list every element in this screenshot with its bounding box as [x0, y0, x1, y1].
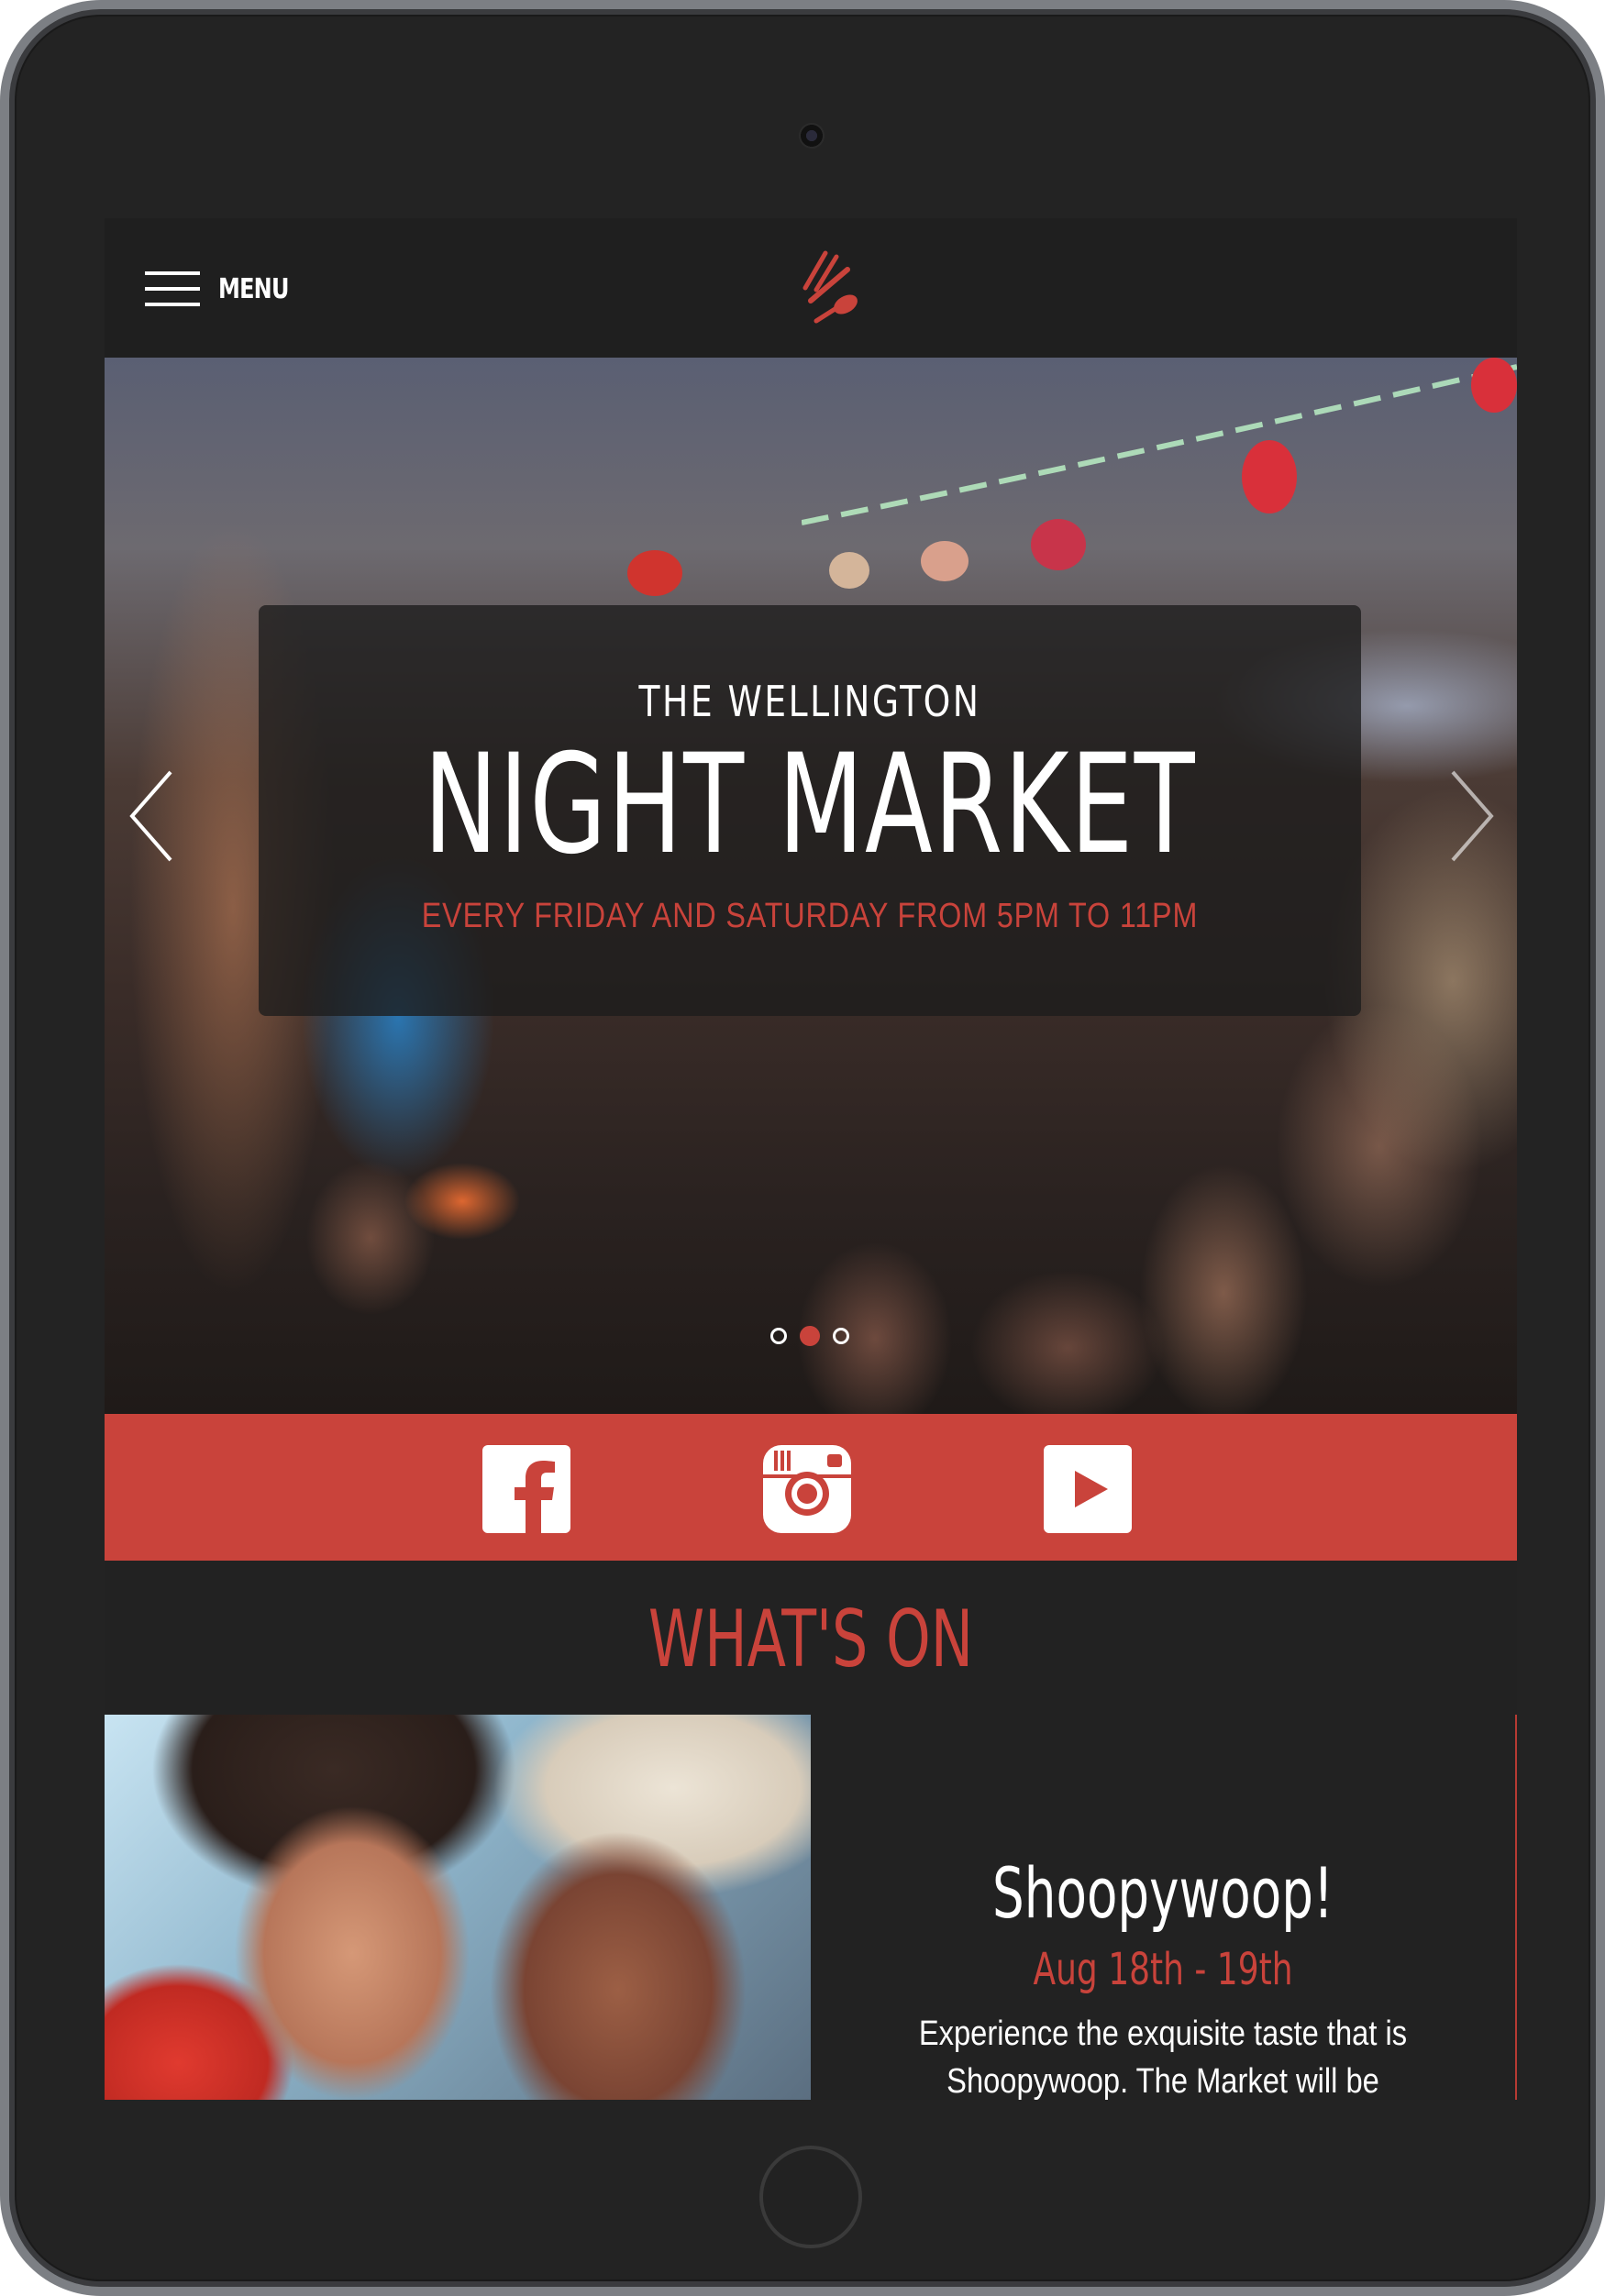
lantern-decoration — [627, 550, 682, 596]
event-description: Experience the exquisite taste that is S… — [918, 2015, 1408, 2100]
carousel-dot[interactable] — [770, 1328, 787, 1344]
lantern-decoration — [829, 552, 869, 589]
hero-text-panel: THE WELLINGTON NIGHT MARKET EVERY FRIDAY… — [259, 605, 1361, 1016]
hero-title: NIGHT MARKET — [423, 725, 1197, 885]
social-bar — [105, 1414, 1517, 1561]
hero-subtitle: EVERY FRIDAY AND SATURDAY FROM 5PM TO 11… — [421, 897, 1199, 935]
lantern-decoration — [1242, 440, 1297, 513]
event-name: Shoopywoop! — [992, 1852, 1334, 1934]
carousel-prev-arrow-icon[interactable] — [125, 761, 180, 871]
night-market-logo[interactable] — [758, 237, 866, 345]
hero-kicker: THE WELLINGTON — [638, 677, 981, 726]
facebook-icon[interactable] — [481, 1443, 572, 1535]
hamburger-icon — [145, 270, 200, 308]
event-photo[interactable] — [105, 1715, 811, 2100]
site-header: MENU — [105, 218, 1517, 358]
hero-carousel: THE WELLINGTON NIGHT MARKET EVERY FRIDAY… — [105, 358, 1517, 1414]
menu-button[interactable]: MENU — [145, 266, 306, 312]
youtube-icon[interactable] — [1042, 1443, 1134, 1535]
string-lights-decoration — [802, 364, 1517, 525]
event-dates: Aug 18th - 19th — [1033, 1944, 1293, 1995]
lantern-decoration — [1031, 519, 1086, 570]
home-button[interactable] — [759, 2146, 862, 2248]
whats-on-heading: WHAT'S ON — [648, 1594, 974, 1685]
carousel-next-arrow-icon[interactable] — [1444, 761, 1499, 871]
carousel-dot[interactable] — [833, 1328, 849, 1344]
lantern-decoration — [921, 541, 969, 581]
tablet-frame: MENU THE WELLINGTON NIGHT MARKET EVERY F… — [0, 0, 1605, 2296]
menu-label: MENU — [218, 272, 289, 305]
screen: MENU THE WELLINGTON NIGHT MARKET EVERY F… — [105, 218, 1517, 2100]
event-card[interactable]: Shoopywoop! Aug 18th - 19th Experience t… — [811, 1715, 1517, 2100]
lantern-decoration — [1471, 358, 1517, 413]
camera-icon — [799, 123, 825, 149]
carousel-dots — [770, 1326, 849, 1346]
instagram-icon[interactable] — [761, 1443, 853, 1535]
carousel-dot-active[interactable] — [800, 1326, 820, 1346]
